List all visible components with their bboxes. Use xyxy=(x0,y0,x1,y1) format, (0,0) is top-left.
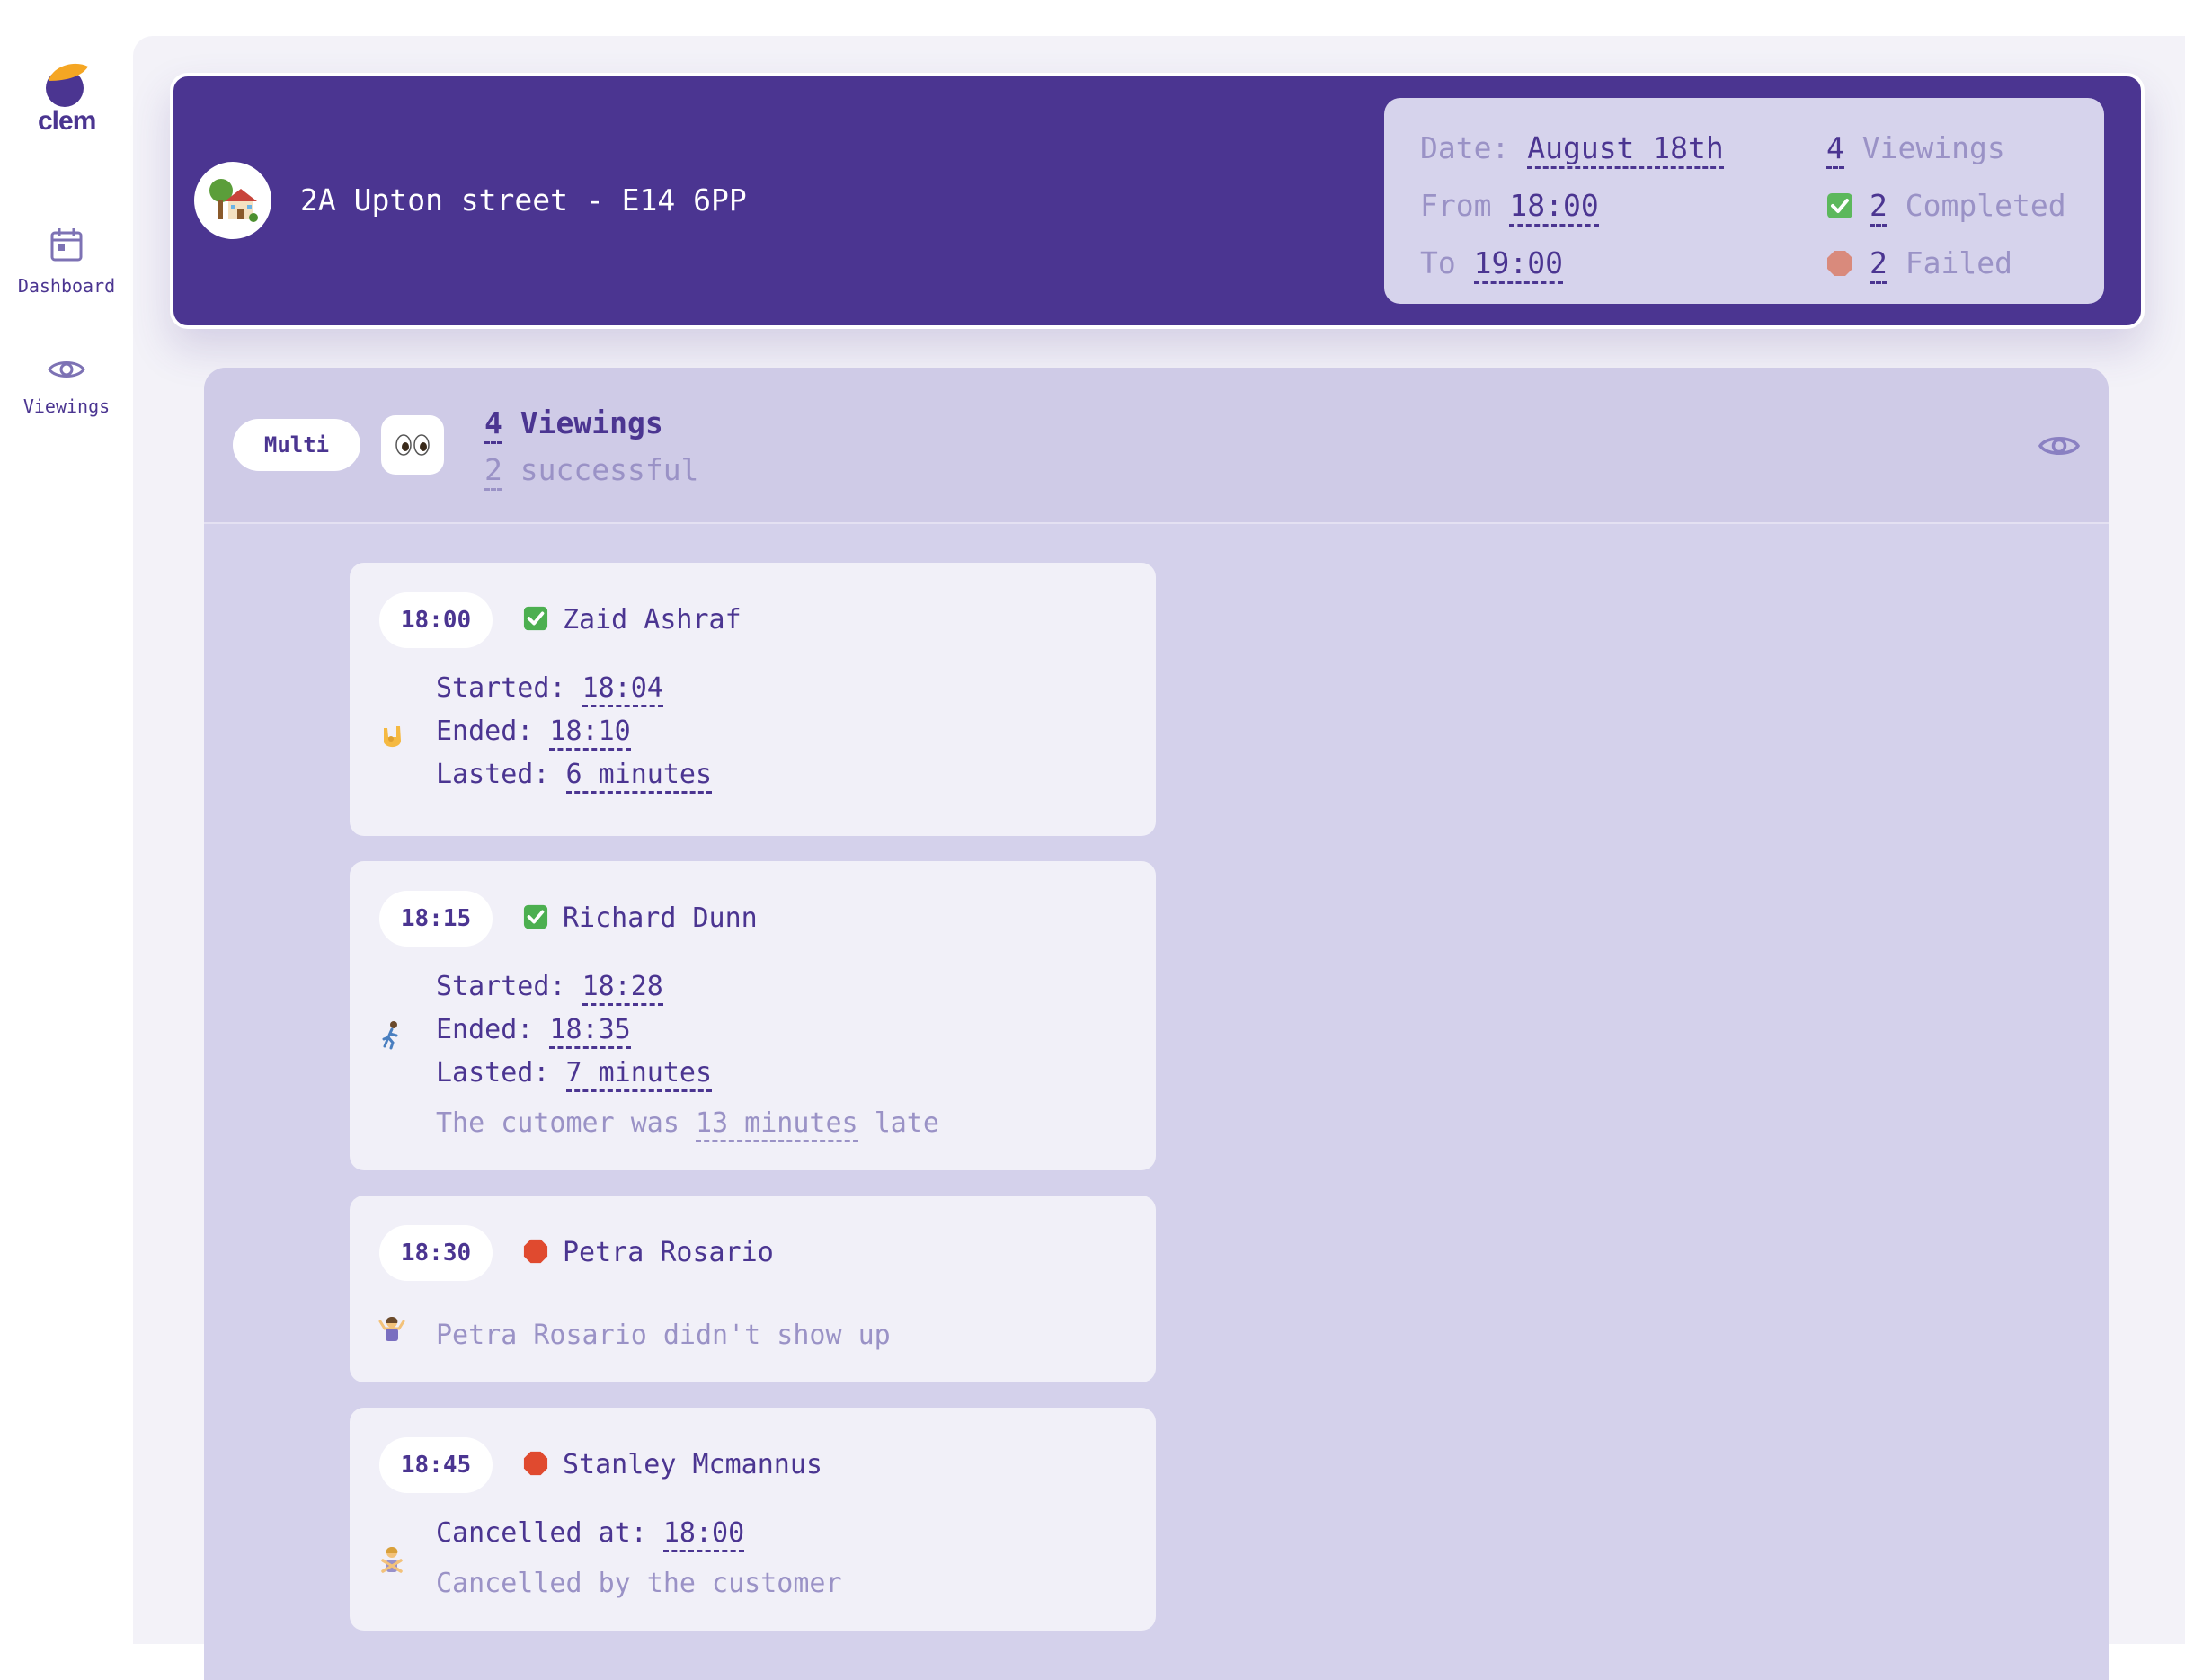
sidebar-item-label: Viewings xyxy=(22,396,111,417)
late-value: 13 minutes xyxy=(696,1107,858,1142)
lasted-value: 7 minutes xyxy=(565,1057,713,1092)
to-row: To 19:00 xyxy=(1420,245,1563,284)
viewings-panel: Multi 4 Viewings 2 successful 18:00 Zaid… xyxy=(204,368,2109,1680)
viewings-label: Viewings xyxy=(1861,130,2005,165)
cancelled-note: Cancelled by the customer xyxy=(436,1568,842,1599)
viewing-time: 18:00 xyxy=(379,592,493,648)
house-icon xyxy=(209,179,258,222)
main-content: 2A Upton street - E14 6PP Date: August 1… xyxy=(133,36,2185,1680)
customer-name: Stanley Mcmannus xyxy=(563,1449,822,1480)
check-icon xyxy=(1827,193,1852,218)
viewing-time: 18:45 xyxy=(379,1437,493,1493)
from-label: From xyxy=(1420,188,1492,223)
cancelled-label: Cancelled at: xyxy=(436,1517,647,1549)
viewing-card[interactable]: 18:30 Petra Rosario Petra Rosario didn't… xyxy=(350,1196,1156,1382)
sidebar-item-label: Dashboard xyxy=(17,275,116,297)
from-value: 18:00 xyxy=(1509,188,1599,227)
cancelled-value: 18:00 xyxy=(662,1517,745,1552)
successful-summary: 2 successful xyxy=(484,452,699,491)
date-row: Date: August 18th xyxy=(1420,130,1724,169)
to-value: 19:00 xyxy=(1473,245,1563,284)
ended-label: Ended: xyxy=(436,716,534,747)
schedule-summary: Date: August 18th From 18:00 To 19:00 4 … xyxy=(1384,98,2104,304)
ended-value: 18:35 xyxy=(549,1014,631,1049)
stop-sign-icon xyxy=(523,1451,548,1476)
completed-row: 2 Completed xyxy=(1826,188,2066,227)
viewings-count-label: Viewings xyxy=(520,405,663,440)
property-header: 2A Upton street - E14 6PP Date: August 1… xyxy=(170,73,2145,329)
started-line: Started: 18:04 xyxy=(436,672,663,707)
customer-name: Richard Dunn xyxy=(563,902,758,934)
viewing-customer: Richard Dunn xyxy=(523,902,758,934)
viewing-card[interactable]: 18:45 Stanley Mcmannus Cancelled at: 18:… xyxy=(350,1408,1156,1631)
no-show-note: Petra Rosario didn't show up xyxy=(436,1320,891,1351)
viewing-card[interactable]: 18:15 Richard Dunn Started: 18:28 Ended:… xyxy=(350,861,1156,1170)
sidebar-item-viewings[interactable]: Viewings xyxy=(0,356,133,417)
eye-icon[interactable] xyxy=(2038,431,2080,460)
logo[interactable]: clem xyxy=(38,61,96,142)
started-value: 18:28 xyxy=(582,971,663,1006)
started-label: Started: xyxy=(436,672,566,704)
property-address: 2A Upton street - E14 6PP xyxy=(300,182,747,218)
sidebar: clem Dashboard Viewings xyxy=(0,0,133,1644)
started-line: Started: 18:28 xyxy=(436,971,663,1006)
successful-count: 2 xyxy=(484,452,502,491)
lasted-line: Lasted: 7 minutes xyxy=(436,1057,713,1092)
to-label: To xyxy=(1420,245,1456,280)
viewing-customer: Stanley Mcmannus xyxy=(523,1449,822,1480)
sidebar-item-dashboard[interactable]: Dashboard xyxy=(0,227,133,297)
ended-line: Ended: 18:35 xyxy=(436,1014,631,1049)
stop-sign-icon xyxy=(523,1239,548,1264)
eyes-icon xyxy=(395,434,430,456)
viewing-card[interactable]: 18:00 Zaid Ashraf Started: 18:04 Ended: … xyxy=(350,563,1156,836)
ended-value: 18:10 xyxy=(549,716,631,751)
failed-label: Failed xyxy=(1905,245,2012,280)
failed-row: 2 Failed xyxy=(1826,245,2012,284)
check-icon xyxy=(523,606,548,631)
viewing-customer: Petra Rosario xyxy=(523,1237,774,1268)
check-icon xyxy=(523,904,548,929)
eyes-badge xyxy=(381,415,444,475)
customer-name: Petra Rosario xyxy=(563,1237,774,1268)
lasted-line: Lasted: 6 minutes xyxy=(436,759,713,794)
started-label: Started: xyxy=(436,971,566,1002)
viewings-count-row: 4 Viewings xyxy=(1826,130,2005,169)
stop-sign-icon xyxy=(1827,251,1852,276)
running-person-icon xyxy=(382,1021,398,1050)
failed-count: 2 xyxy=(1870,245,1887,284)
logo-mark-icon xyxy=(46,63,88,107)
viewings-panel-header[interactable]: Multi 4 Viewings 2 successful xyxy=(204,368,2109,524)
viewings-count: 4 xyxy=(1826,130,1844,169)
date-value: August 18th xyxy=(1527,130,1724,169)
calendar-icon xyxy=(50,228,83,262)
completed-count: 2 xyxy=(1870,188,1887,227)
customer-name: Zaid Ashraf xyxy=(563,604,742,636)
viewings-count-title: 4 Viewings xyxy=(484,405,663,444)
gesturing-no-person-icon xyxy=(381,1547,403,1573)
date-label: Date: xyxy=(1420,130,1510,165)
late-suffix: late xyxy=(874,1107,939,1139)
started-value: 18:04 xyxy=(582,672,663,707)
late-prefix: The cutomer was xyxy=(436,1107,679,1139)
eye-icon xyxy=(48,361,85,378)
lasted-label: Lasted: xyxy=(436,759,550,790)
viewing-customer: Zaid Ashraf xyxy=(523,604,742,636)
lasted-label: Lasted: xyxy=(436,1057,550,1089)
viewing-time: 18:30 xyxy=(379,1225,493,1281)
ended-label: Ended: xyxy=(436,1014,534,1045)
lasted-value: 6 minutes xyxy=(565,759,713,794)
viewings-count: 4 xyxy=(484,405,502,444)
rock-hand-icon xyxy=(384,726,401,748)
completed-label: Completed xyxy=(1905,188,2066,223)
viewing-time: 18:15 xyxy=(379,891,493,947)
late-note: The cutomer was 13 minutes late xyxy=(436,1107,939,1142)
ended-line: Ended: 18:10 xyxy=(436,716,631,751)
viewing-type-badge: Multi xyxy=(233,419,360,471)
house-avatar xyxy=(194,162,271,239)
logo-text: clem xyxy=(38,106,96,136)
shrugging-person-icon xyxy=(378,1317,405,1341)
successful-label: successful xyxy=(520,452,699,487)
from-row: From 18:00 xyxy=(1420,188,1599,227)
cancelled-line: Cancelled at: 18:00 xyxy=(436,1517,745,1552)
